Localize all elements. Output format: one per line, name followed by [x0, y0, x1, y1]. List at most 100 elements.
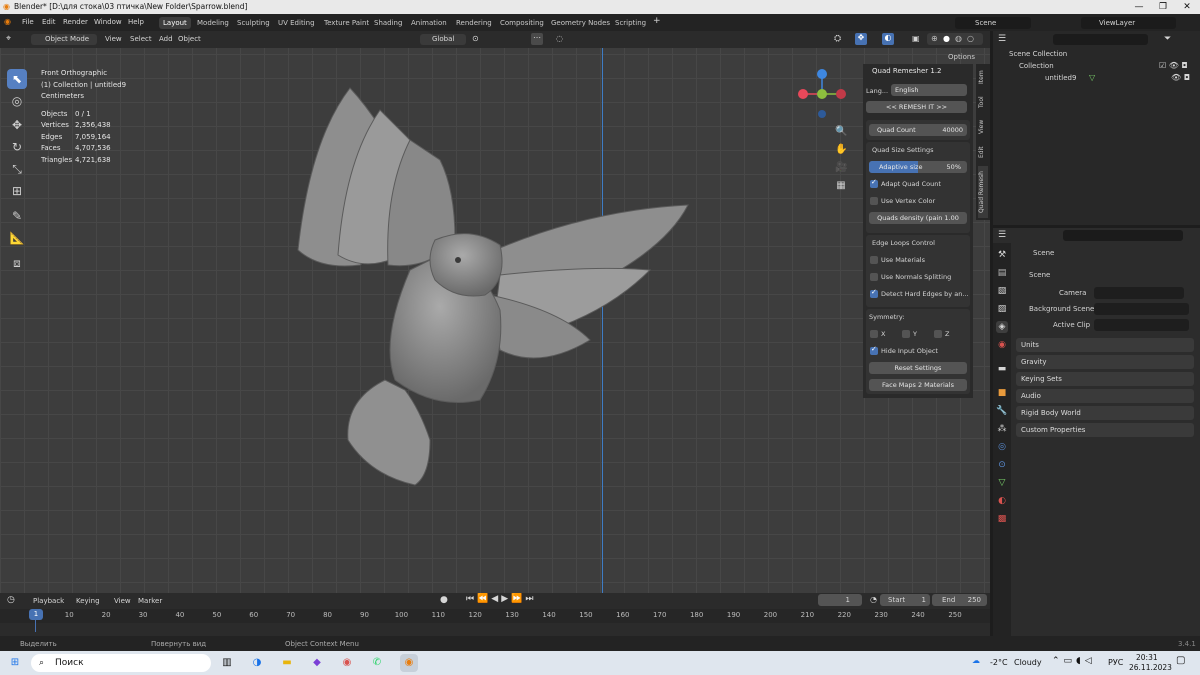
tab-tool[interactable]: Tool — [978, 91, 988, 113]
properties-editor-icon[interactable]: ☰ — [998, 230, 1006, 240]
options-dropdown[interactable]: Options — [948, 53, 975, 61]
data-props-icon[interactable]: ▽ — [996, 477, 1008, 489]
sparrow-model[interactable] — [290, 80, 700, 490]
record-keyframe-icon[interactable]: ● — [440, 595, 448, 605]
tab-shading[interactable]: Shading — [370, 17, 406, 29]
remesh-button[interactable]: << REMESH IT >> — [866, 101, 967, 113]
zoom-icon[interactable]: 🔍 — [835, 123, 847, 141]
app-icon[interactable]: ◆ — [308, 654, 326, 672]
outliner-collection[interactable]: Collection — [1019, 62, 1054, 70]
use-vertex-color-checkbox[interactable] — [870, 197, 878, 205]
mode-selector[interactable]: Object Mode — [31, 34, 97, 45]
solid-shading-icon[interactable]: ● — [943, 34, 950, 43]
maximize-button[interactable]: ❐ — [1151, 0, 1175, 14]
tab-view[interactable]: View — [978, 116, 988, 138]
quad-remesher-title[interactable]: Quad Remesher 1.2 — [863, 64, 973, 78]
end-frame-field[interactable]: End 250 — [932, 594, 987, 606]
menu-edit[interactable]: Edit — [42, 18, 56, 26]
tab-compositing[interactable]: Compositing — [496, 17, 548, 29]
playback-controls[interactable]: ⏮⏪◀▶⏩⏭ — [466, 594, 536, 604]
shading-mode-buttons[interactable]: ⊕ ● ◍ ○ — [927, 33, 983, 45]
gizmo-toggle-icon[interactable]: ✥ — [855, 33, 867, 45]
use-materials-checkbox[interactable] — [870, 256, 878, 264]
visibility-icon[interactable]: ⛭ — [834, 34, 841, 44]
menu-view[interactable]: View — [105, 35, 122, 43]
chrome-icon[interactable]: ◉ — [338, 654, 356, 672]
select-tool-icon[interactable]: ⬉ — [7, 69, 27, 89]
adapt-quad-count-checkbox[interactable] — [870, 178, 878, 188]
outliner-editor-icon[interactable]: ☰ — [998, 34, 1006, 44]
outliner-object[interactable]: untitled9 — [1045, 74, 1076, 82]
add-workspace-icon[interactable]: + — [653, 16, 661, 26]
menu-keying[interactable]: Keying — [76, 597, 100, 605]
rotate-tool-icon[interactable]: ↻ — [7, 137, 27, 157]
input-language[interactable]: РУС — [1108, 658, 1123, 667]
menu-help[interactable]: Help — [128, 18, 144, 26]
transform-orientation[interactable]: Global — [420, 34, 466, 45]
cursor-tool-icon[interactable]: ◎ — [7, 91, 27, 111]
tab-modeling[interactable]: Modeling — [193, 17, 233, 29]
transform-tool-icon[interactable]: ⊞ — [7, 181, 27, 201]
reset-settings-button[interactable]: Reset Settings — [869, 362, 967, 374]
gizmo-z-axis[interactable] — [817, 69, 827, 79]
section-rigid-body-world[interactable]: Rigid Body World — [1016, 406, 1194, 420]
xray-icon[interactable]: ▣ — [912, 34, 920, 43]
blender-taskbar-icon[interactable]: ◉ — [400, 654, 418, 672]
weather-temp[interactable]: -2°C — [990, 658, 1008, 667]
tab-sculpting[interactable]: Sculpting — [233, 17, 274, 29]
symmetry-y-checkbox[interactable] — [902, 330, 910, 338]
frame-ruler[interactable]: 10 20 30 40 50 60 70 80 90 100 110 120 130 140 150 160 1… — [0, 609, 990, 623]
tab-edit[interactable]: Edit — [978, 141, 988, 163]
texture-props-icon[interactable]: ▩ — [996, 513, 1008, 525]
annotate-tool-icon[interactable]: ✎ — [7, 206, 27, 226]
tab-animation[interactable]: Animation — [407, 17, 451, 29]
notifications-icon[interactable]: ▢ — [1176, 655, 1185, 666]
tool-props-icon[interactable]: ⚒ — [996, 249, 1008, 261]
menu-add[interactable]: Add — [159, 35, 173, 43]
add-cube-tool-icon[interactable]: ⧈ — [7, 253, 27, 273]
active-clip-field[interactable] — [1094, 319, 1189, 331]
tab-item[interactable]: Item — [978, 66, 988, 88]
playhead[interactable]: 1 — [29, 609, 43, 620]
snap-icon[interactable]: ⋯ — [531, 33, 543, 45]
tab-texture-paint[interactable]: Texture Paint — [320, 17, 373, 29]
tab-layout[interactable]: Layout — [159, 17, 191, 29]
camera-view-icon[interactable]: 🎥 — [835, 159, 847, 177]
overlay-toggle-icon[interactable]: ◐ — [882, 33, 894, 45]
menu-file[interactable]: File — [22, 18, 34, 26]
modifier-props-icon[interactable]: 🔧 — [996, 405, 1008, 417]
taskbar-search[interactable]: ⌕ Поиск — [31, 654, 211, 672]
scene-props-icon[interactable]: ◈ — [996, 321, 1008, 333]
particles-props-icon[interactable]: ⁂ — [996, 423, 1008, 435]
tab-uv-editing[interactable]: UV Editing — [274, 17, 319, 29]
clock-date[interactable]: 26.11.2023 — [1129, 663, 1172, 672]
camera-field[interactable] — [1094, 287, 1184, 299]
properties-search[interactable] — [1063, 230, 1183, 241]
weather-condition[interactable]: Cloudy — [1014, 658, 1042, 667]
collection-props-icon[interactable]: ▬ — [996, 363, 1008, 375]
lang-dropdown[interactable]: English — [891, 84, 967, 96]
object-props-icon[interactable]: ■ — [996, 387, 1008, 399]
perspective-grid-icon[interactable]: ▦ — [835, 177, 847, 195]
pivot-icon[interactable]: ⊙ — [472, 34, 479, 43]
edge-icon[interactable]: ◑ — [248, 654, 266, 672]
scale-tool-icon[interactable]: ⤡ — [7, 159, 27, 179]
gizmo-neg-z[interactable] — [818, 110, 826, 118]
face-maps-button[interactable]: Face Maps 2 Materials — [869, 379, 967, 391]
close-button[interactable]: ✕ — [1175, 0, 1199, 14]
section-keying-sets[interactable]: Keying Sets — [1016, 372, 1194, 386]
gizmo-y-axis[interactable] — [817, 89, 827, 99]
section-audio[interactable]: Audio — [1016, 389, 1194, 403]
clock-time[interactable]: 20:31 — [1136, 653, 1158, 662]
task-view-icon[interactable]: ▥ — [218, 654, 236, 672]
start-frame-field[interactable]: Start 1 — [880, 594, 930, 606]
menu-timeline-view[interactable]: View — [114, 597, 131, 605]
menu-playback[interactable]: Playback — [33, 597, 64, 605]
use-normals-splitting-checkbox[interactable] — [870, 273, 878, 281]
visibility-toggle-icon[interactable]: ☑ 👁 ◘ — [1159, 61, 1188, 70]
hide-input-checkbox[interactable] — [870, 345, 878, 355]
scene-selector[interactable]: Scene — [955, 17, 1031, 29]
gizmo-neg-x[interactable] — [836, 89, 846, 99]
file-explorer-icon[interactable]: ▬ — [278, 654, 296, 672]
blender-menu-icon[interactable]: ◉ — [4, 17, 11, 26]
